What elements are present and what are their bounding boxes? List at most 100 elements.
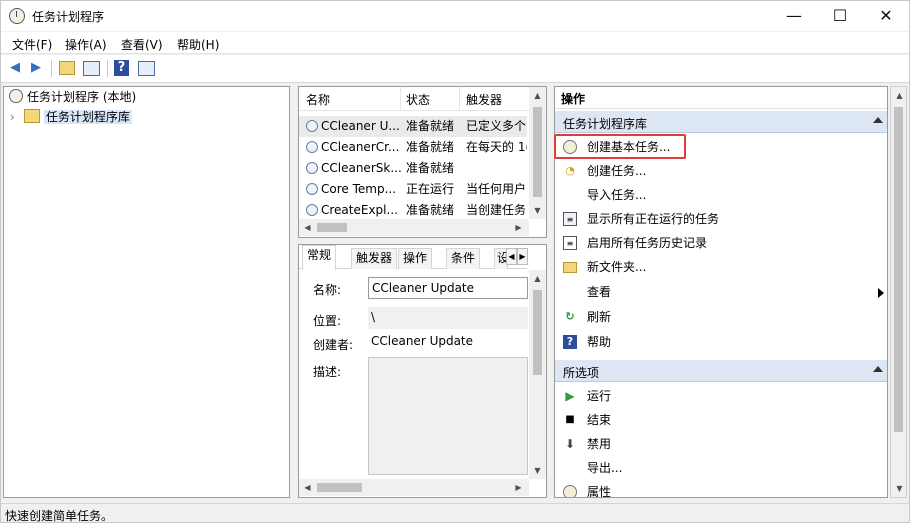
- back-icon[interactable]: ◀: [6, 59, 24, 77]
- collapse-icon[interactable]: [873, 117, 883, 123]
- menu-action[interactable]: 操作(A): [65, 36, 107, 53]
- action-pane-scrollbar[interactable]: ▲ ▼: [890, 86, 907, 498]
- action-label: 导入任务...: [587, 188, 647, 202]
- action-run[interactable]: ▶ 运行: [555, 384, 887, 408]
- scroll-down-icon[interactable]: ▼: [529, 202, 546, 219]
- task-row[interactable]: CreateExpl... 准备就绪 当创建任务...: [299, 200, 527, 221]
- action-label: 启用所有任务历史记录: [587, 236, 708, 250]
- scroll-thumb[interactable]: [894, 107, 903, 432]
- task-name-field[interactable]: CCleaner Update: [368, 277, 528, 299]
- task-trigger: 当任何用户...: [466, 182, 527, 196]
- column-trigger[interactable]: 触发器: [466, 91, 502, 108]
- name-label: 名称:: [313, 283, 342, 297]
- task-status: 准备就绪: [406, 119, 455, 133]
- tab-scroll-left-icon[interactable]: ◀: [506, 248, 517, 265]
- task-list-header: 名称 状态 触发器: [299, 87, 529, 111]
- chevron-right-icon[interactable]: ›: [10, 108, 20, 126]
- minimize-button[interactable]: —: [771, 1, 817, 31]
- action-label: 创建任务...: [587, 164, 647, 178]
- tree-item-library[interactable]: › 任务计划程序库: [10, 108, 132, 126]
- section-library-label: 任务计划程序库: [563, 117, 648, 131]
- action-create-task[interactable]: ◔ 创建任务...: [555, 159, 887, 183]
- scroll-down-icon[interactable]: ▼: [891, 480, 908, 497]
- scroll-down-icon[interactable]: ▼: [529, 462, 546, 479]
- collapse-icon[interactable]: [873, 366, 883, 372]
- task-scheduler-window: 任务计划程序 — ☐ ✕ 文件(F) 操作(A) 查看(V) 帮助(H) ◀ ▶…: [0, 0, 910, 523]
- scroll-thumb[interactable]: [317, 223, 347, 232]
- scroll-up-icon[interactable]: ▲: [529, 87, 546, 104]
- action-label: 结束: [587, 413, 612, 427]
- action-export[interactable]: 导出...: [555, 456, 887, 480]
- toolbar: ◀ ▶ ?: [1, 55, 909, 83]
- action-enable-history[interactable]: ≡ 启用所有任务历史记录: [555, 231, 887, 255]
- menu-help[interactable]: 帮助(H): [177, 36, 219, 53]
- section-selected-item[interactable]: 所选项: [555, 360, 887, 382]
- show-hide-console-tree-icon[interactable]: [83, 61, 100, 76]
- properties-icon: [563, 485, 577, 497]
- task-location-field[interactable]: \: [368, 307, 528, 329]
- console-tree: 任务计划程序 (本地) › 任务计划程序库: [3, 86, 290, 498]
- action-new-folder[interactable]: 新文件夹...: [555, 255, 887, 279]
- detail-horizontal-scrollbar[interactable]: ◀ ▶: [299, 479, 529, 496]
- scroll-up-icon[interactable]: ▲: [891, 87, 908, 104]
- detail-tabs: 常规 触发器 操作 条件 设: [299, 245, 527, 270]
- folder-up-icon[interactable]: [59, 61, 75, 75]
- task-name: Core Temp...: [321, 182, 397, 196]
- task-list-horizontal-scrollbar[interactable]: ◀ ▶: [299, 219, 529, 236]
- column-divider[interactable]: [400, 87, 401, 110]
- close-button[interactable]: ✕: [863, 1, 909, 31]
- description-label: 描述:: [313, 365, 342, 379]
- scroll-right-icon[interactable]: ▶: [510, 219, 527, 236]
- section-library[interactable]: 任务计划程序库: [555, 111, 887, 133]
- action-properties[interactable]: 属性: [555, 480, 887, 497]
- scroll-up-icon[interactable]: ▲: [529, 270, 546, 287]
- tab-conditions[interactable]: 条件: [446, 248, 481, 269]
- tab-triggers[interactable]: 触发器: [351, 248, 398, 269]
- column-divider[interactable]: [459, 87, 460, 110]
- run-icon: ▶: [565, 389, 575, 403]
- action-import-task[interactable]: 导入任务...: [555, 183, 887, 207]
- scroll-thumb[interactable]: [533, 290, 542, 375]
- tab-general[interactable]: 常规: [302, 245, 337, 270]
- scroll-left-icon[interactable]: ◀: [299, 479, 316, 496]
- tree-item-root[interactable]: 任务计划程序 (本地): [9, 88, 136, 106]
- title-bar: 任务计划程序 — ☐ ✕: [1, 1, 909, 31]
- scroll-thumb[interactable]: [533, 107, 542, 197]
- task-list-vertical-scrollbar[interactable]: ▲ ▼: [529, 87, 546, 219]
- column-status[interactable]: 状态: [406, 91, 430, 108]
- task-status: 准备就绪: [406, 140, 455, 154]
- scroll-left-icon[interactable]: ◀: [299, 219, 316, 236]
- column-name[interactable]: 名称: [306, 91, 330, 108]
- action-show-running-tasks[interactable]: ≡ 显示所有正在运行的任务: [555, 207, 887, 231]
- forward-icon[interactable]: ▶: [27, 59, 45, 77]
- action-refresh[interactable]: ↻ 刷新: [555, 305, 887, 329]
- task-description-field[interactable]: [368, 357, 528, 475]
- help-icon[interactable]: ?: [114, 60, 129, 76]
- refresh-icon: ↻: [565, 310, 575, 323]
- show-hide-action-pane-icon[interactable]: [138, 61, 155, 76]
- task-author-field[interactable]: CCleaner Update: [368, 331, 528, 353]
- action-help[interactable]: ? 帮助: [555, 330, 887, 354]
- clock-icon: [9, 89, 23, 103]
- detail-vertical-scrollbar[interactable]: ▲ ▼: [529, 270, 546, 479]
- task-row[interactable]: CCleanerCr... 准备就绪 在每天的 1(: [299, 137, 527, 158]
- action-disable[interactable]: ⬇ 禁用: [555, 432, 887, 456]
- maximize-button[interactable]: ☐: [817, 1, 863, 31]
- scroll-right-icon[interactable]: ▶: [510, 479, 527, 496]
- tab-actions[interactable]: 操作: [398, 248, 433, 269]
- task-status: 正在运行: [406, 182, 455, 196]
- task-trigger: 已定义多个: [466, 119, 527, 133]
- task-row[interactable]: CCleanerSk... 准备就绪: [299, 158, 527, 179]
- task-row[interactable]: Core Temp... 正在运行 当任何用户...: [299, 179, 527, 200]
- menu-view[interactable]: 查看(V): [121, 36, 163, 53]
- tab-scroll-right-icon[interactable]: ▶: [517, 248, 528, 265]
- end-icon: ■: [565, 414, 575, 425]
- action-end[interactable]: ■ 结束: [555, 408, 887, 432]
- action-view[interactable]: 查看: [555, 280, 887, 304]
- scroll-thumb[interactable]: [317, 483, 362, 492]
- task-clock-icon: [306, 162, 318, 174]
- toolbar-separator: [51, 60, 52, 77]
- menu-file[interactable]: 文件(F): [12, 36, 52, 53]
- task-row[interactable]: CCleaner U... 准备就绪 已定义多个: [299, 116, 527, 137]
- help-icon: ?: [563, 335, 577, 349]
